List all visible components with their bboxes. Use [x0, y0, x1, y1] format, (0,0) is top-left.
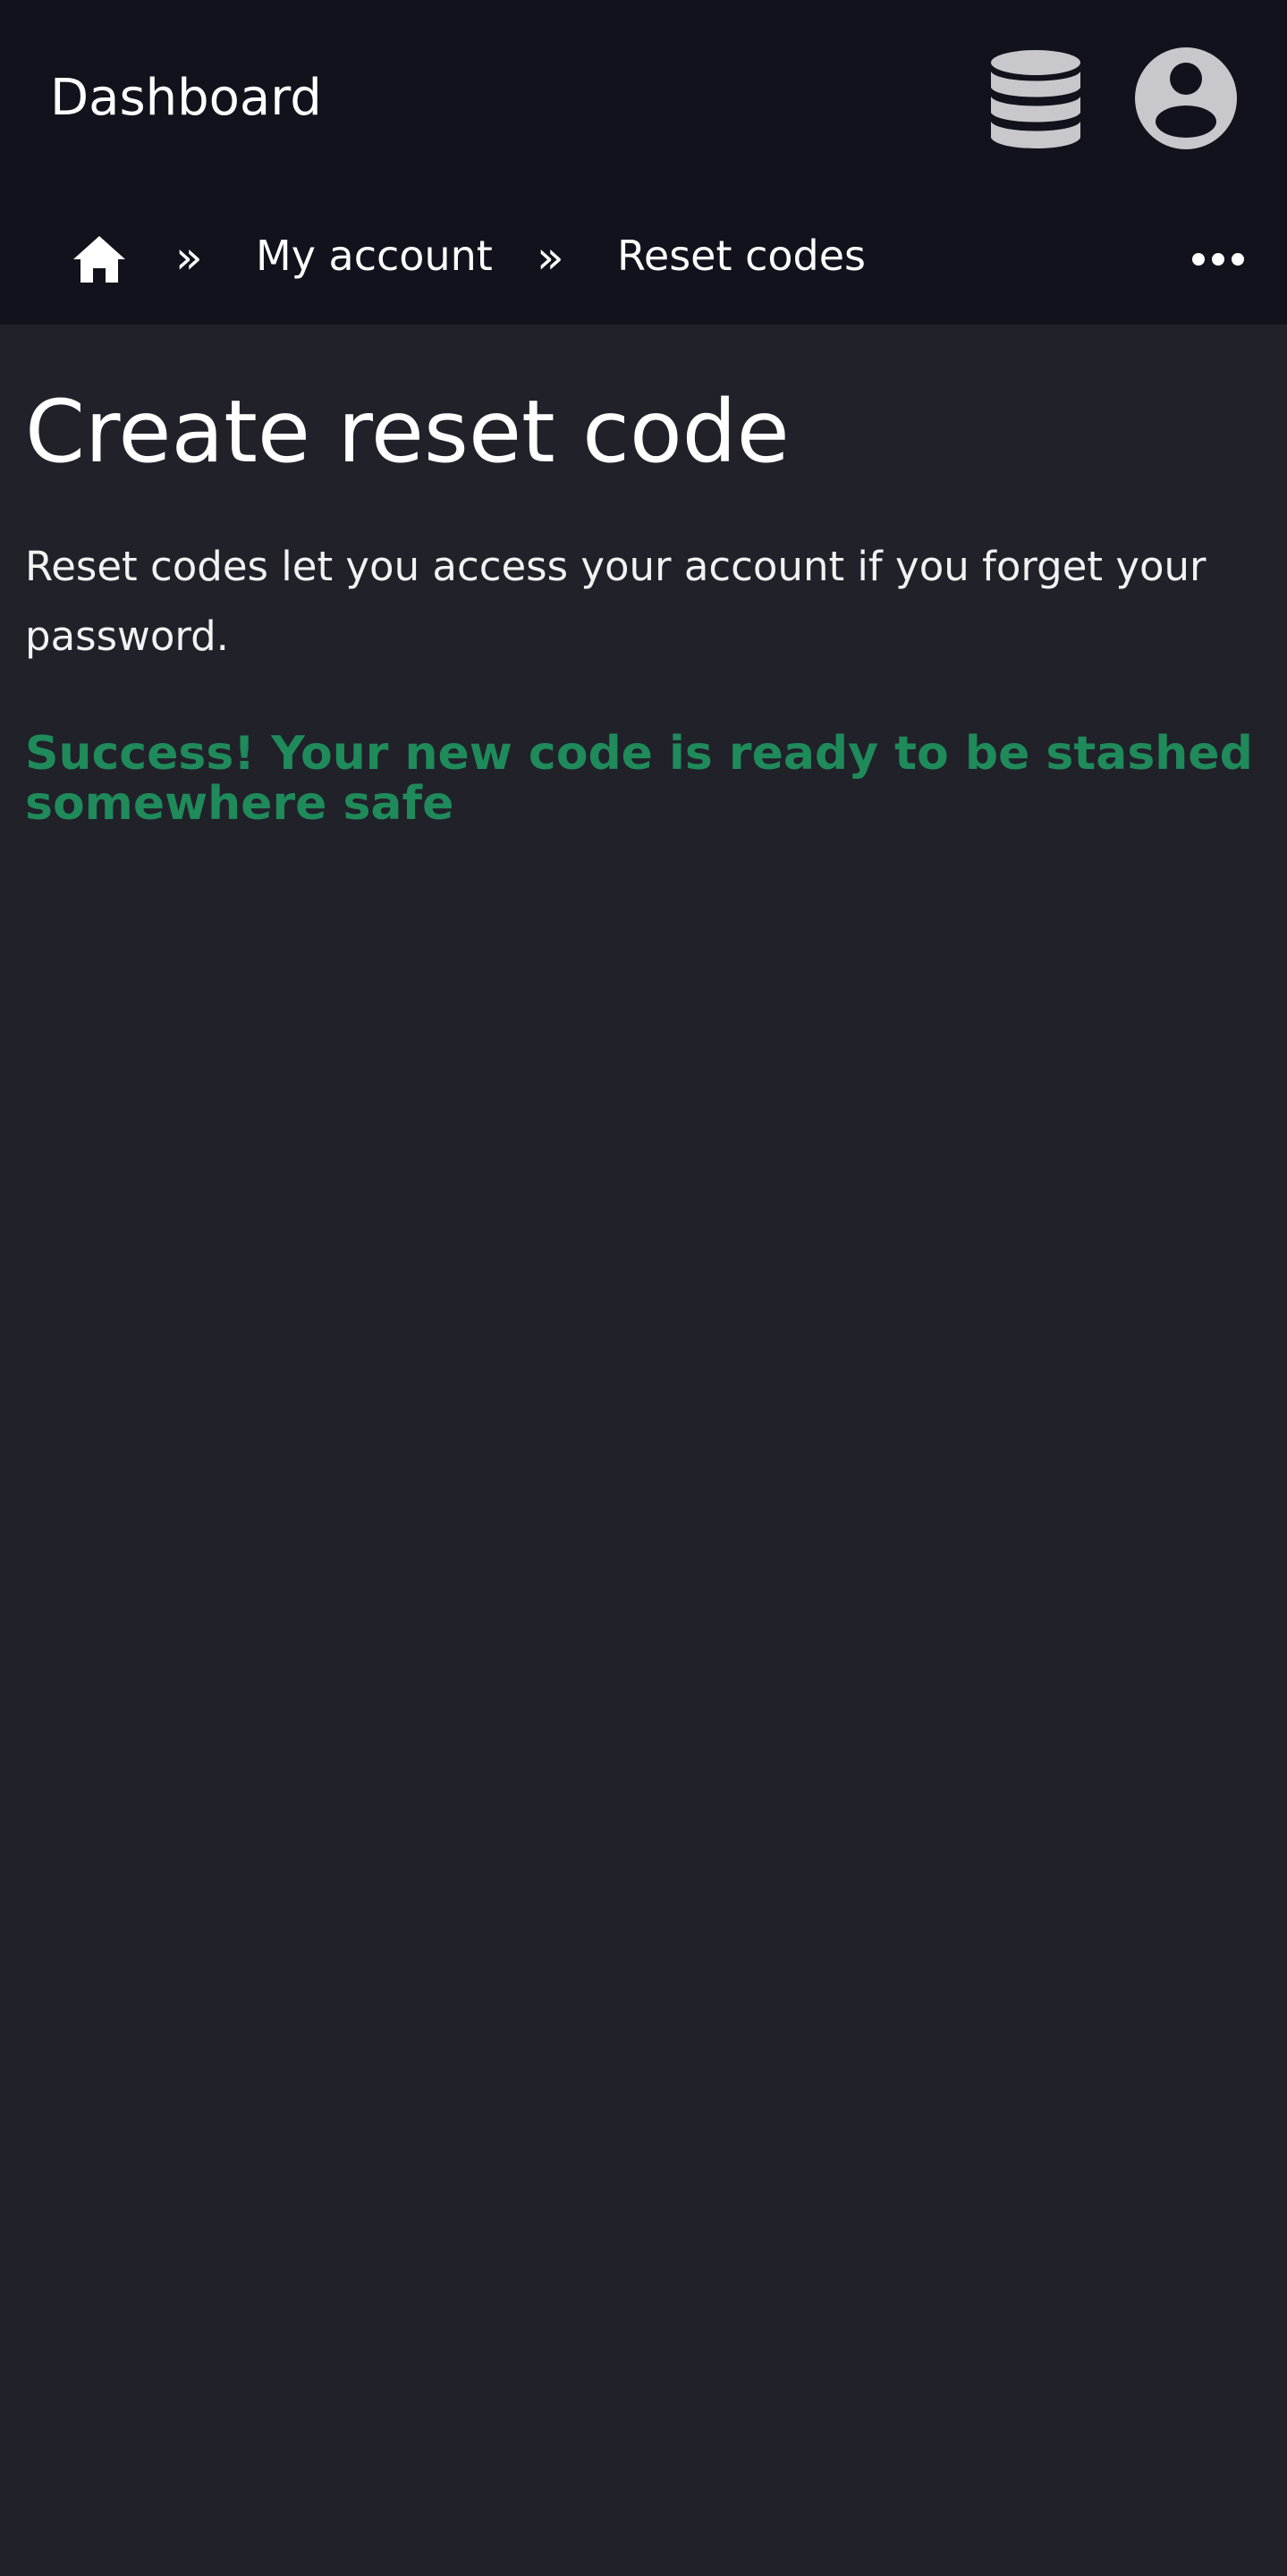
database-icon[interactable] — [989, 48, 1082, 152]
main-content: Create reset code Reset codes let you ac… — [25, 325, 1268, 829]
home-icon[interactable] — [72, 234, 127, 284]
top-navigation-bar: Dashboard » My account » Reset codes — [0, 0, 1287, 325]
breadcrumb-separator: » — [537, 232, 564, 283]
page-title: Create reset code — [25, 382, 790, 482]
user-circle-icon[interactable] — [1134, 46, 1238, 150]
breadcrumb-separator: » — [175, 232, 203, 283]
breadcrumb: » My account » Reset codes — [0, 215, 1287, 304]
page-description: Reset codes let you access your account … — [25, 543, 1207, 660]
dashboard-link[interactable]: Dashboard — [50, 66, 322, 131]
success-message: Success! Your new code is ready to be st… — [25, 727, 1253, 831]
breadcrumb-my-account[interactable]: My account — [256, 229, 493, 283]
ellipsis-icon[interactable] — [1191, 247, 1245, 272]
breadcrumb-reset-codes[interactable]: Reset codes — [617, 229, 866, 283]
